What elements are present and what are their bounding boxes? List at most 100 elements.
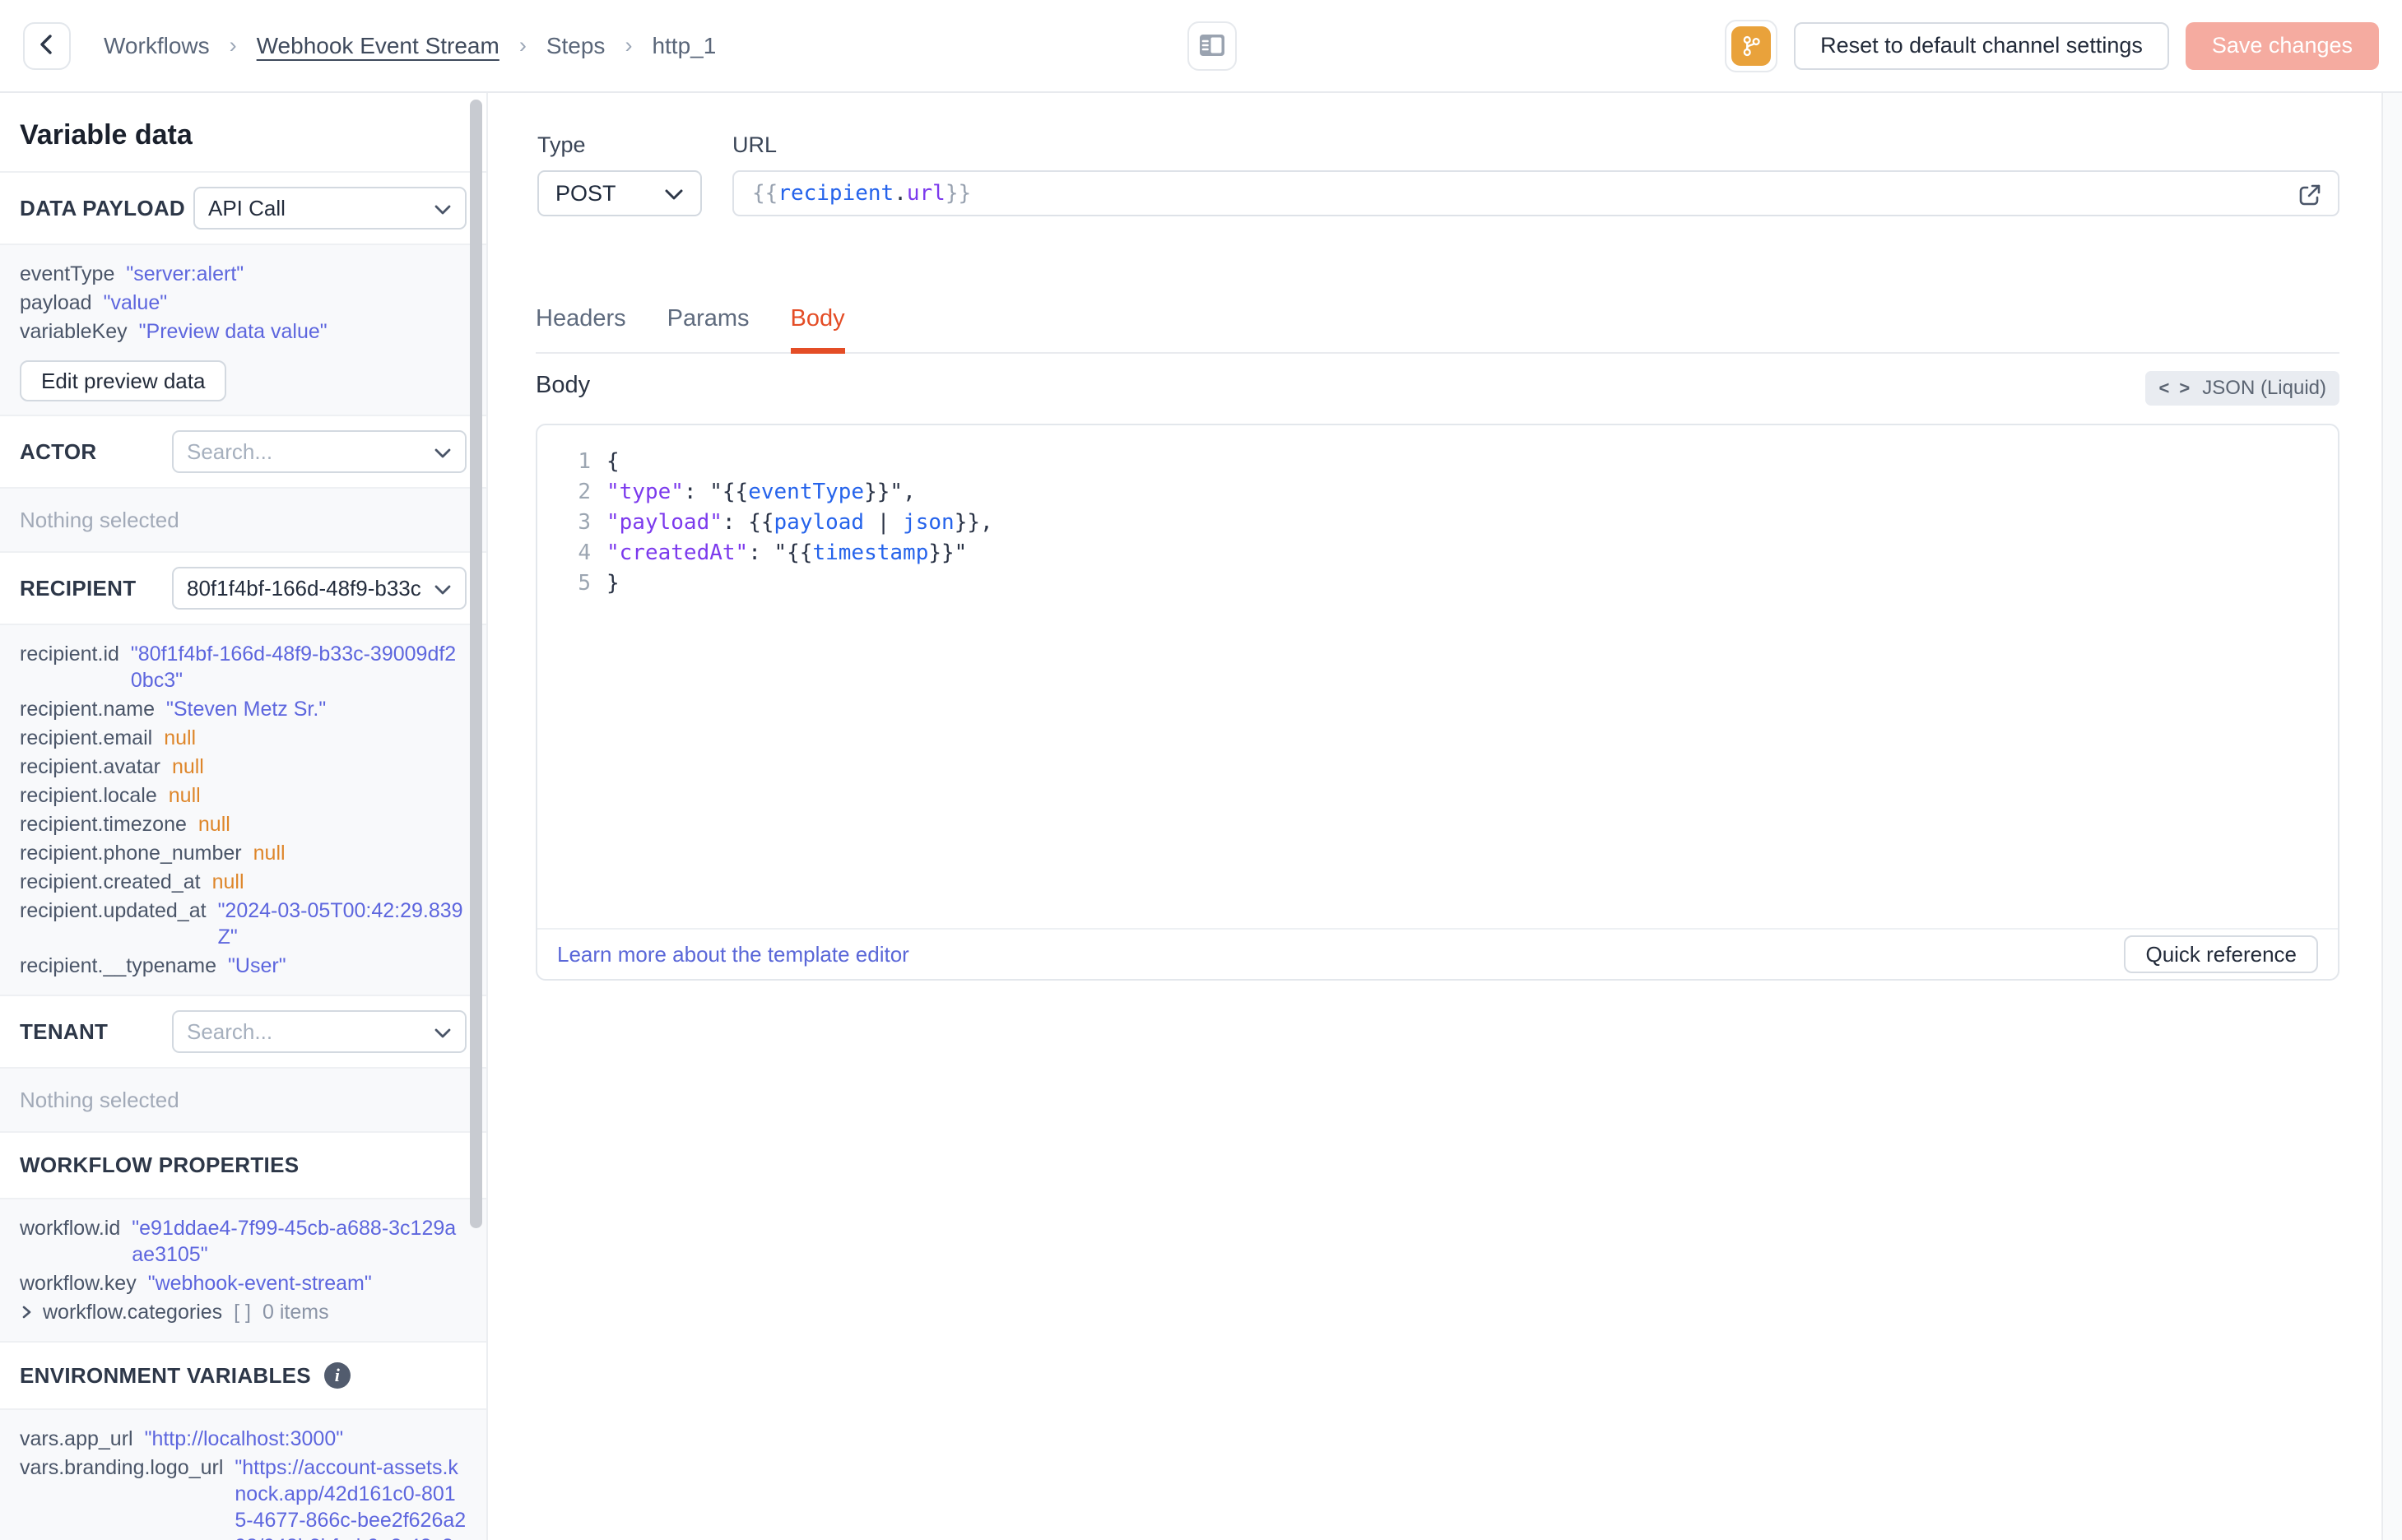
code-token: : <box>722 510 749 535</box>
code-token: " <box>890 480 904 504</box>
workflow-properties-title: WORKFLOW PROPERTIES <box>20 1153 300 1177</box>
breadcrumb-separator: › <box>229 33 237 58</box>
variable-data-sidebar: Variable data DATA PAYLOAD API Call even… <box>0 93 488 1540</box>
code-line[interactable]: 4 "createdAt": "{{timestamp}}" <box>537 538 2338 568</box>
code-token: }} <box>928 540 955 565</box>
topbar-actions: Reset to default channel settings Save c… <box>1725 19 2379 72</box>
kv-value: "webhook-event-stream" <box>147 1272 372 1295</box>
save-changes-button[interactable]: Save changes <box>2185 21 2379 70</box>
edit-preview-data-button[interactable]: Edit preview data <box>20 360 227 401</box>
kv-value: null <box>197 813 230 836</box>
body-section-label: Body <box>536 372 591 398</box>
code-token: }} <box>945 181 972 206</box>
data-payload-row: DATA PAYLOAD API Call <box>0 173 486 244</box>
line-number: 3 <box>578 510 591 535</box>
actor-empty-state: Nothing selected <box>20 508 179 532</box>
breadcrumb-separator: › <box>518 33 527 58</box>
actor-search-select[interactable]: Search... <box>172 430 467 473</box>
code-line[interactable]: 2 "type": "{{eventType}}", <box>537 477 2338 508</box>
kv-key: workflow.id <box>20 1217 121 1240</box>
workflow-properties-panel: workflow.id "e91ddae4-7f99-45cb-a688-3c12… <box>0 1199 486 1341</box>
kv-value: null <box>164 726 197 749</box>
code-token: }} <box>864 480 890 504</box>
toggle-sidebar-button[interactable] <box>1187 21 1237 71</box>
kv-key: workflow.key <box>20 1272 137 1295</box>
kv-row: vars.branding.logo_url "https://account-a… <box>20 1454 467 1540</box>
back-button[interactable] <box>23 21 71 70</box>
body-section-header: Body < > JSON (Liquid) <box>536 371 2339 406</box>
kv-key: recipient.updated_at <box>20 899 207 922</box>
recipient-properties-panel: recipient.id "80f1f4bf-166d-48f9-b33c-390… <box>0 625 486 995</box>
line-number: 2 <box>578 480 591 504</box>
kv-value: "value" <box>103 291 168 314</box>
kv-value: "e91ddae4-7f99-45cb-a688-3c129aae3105" <box>132 1217 457 1266</box>
breadcrumb-workflows[interactable]: Workflows <box>104 33 210 59</box>
kv-value: "80f1f4bf-166d-48f9-b33c-39009df20bc3" <box>130 642 457 692</box>
editor-mode-label: JSON (Liquid) <box>2202 377 2326 399</box>
actor-empty-panel: Nothing selected <box>0 489 486 551</box>
code-token: : <box>748 540 774 565</box>
kv-value: "https://account-assets.knock.app/42d161… <box>235 1456 467 1540</box>
page-scrollbar[interactable] <box>2381 93 2402 1540</box>
code-token: , <box>903 480 916 504</box>
reset-channel-settings-button[interactable]: Reset to default channel settings <box>1794 21 2169 70</box>
code-line-content: "type": "{{eventType}}", <box>606 477 916 508</box>
tab-headers[interactable]: Headers <box>536 305 626 354</box>
template-editor-docs-link[interactable]: Learn more about the template editor <box>557 942 909 967</box>
kv-row: recipient.updated_at "2024-03-05T00:42:29… <box>20 898 467 950</box>
url-value: {{recipient.url}} <box>752 181 971 206</box>
tab-body[interactable]: Body <box>790 305 845 354</box>
breadcrumb-steps[interactable]: Steps <box>546 33 606 59</box>
uncommitted-changes-button[interactable] <box>1725 19 1778 72</box>
step-editor-main: Type POST URL {{recipient.url}} Headers … <box>490 93 2381 1540</box>
sidebar-panel-icon <box>1197 32 1227 61</box>
code-line[interactable]: 3 "payload": {{payload | json}}, <box>537 508 2338 538</box>
kv-key: eventType <box>20 262 115 285</box>
kv-row: workflow.id "e91ddae4-7f99-45cb-a688-3c12… <box>20 1215 467 1268</box>
environment-variables-title: ENVIRONMENT VARIABLES <box>20 1362 311 1388</box>
breadcrumb: Workflows › Webhook Event Stream › Steps… <box>104 33 716 59</box>
kv-key: recipient.__typename <box>20 954 217 977</box>
template-code-editor: 1{ 2 "type": "{{eventType}}", 3 "payload": {… <box>536 424 2339 981</box>
kv-value: "Preview data value" <box>138 320 328 343</box>
breadcrumb-workflow-name[interactable]: Webhook Event Stream <box>257 33 499 59</box>
code-token: json <box>903 510 955 535</box>
kv-key: vars.app_url <box>20 1427 133 1450</box>
tab-params[interactable]: Params <box>667 305 750 354</box>
breadcrumb-separator: › <box>625 33 633 58</box>
url-input[interactable]: {{recipient.url}} <box>732 170 2339 216</box>
chevron-right-icon[interactable] <box>20 1304 33 1320</box>
code-token: } <box>606 571 620 596</box>
quick-reference-button[interactable]: Quick reference <box>2124 935 2318 973</box>
recipient-select[interactable]: 80f1f4bf-166d-48f9-b33c <box>172 567 467 610</box>
actor-search-placeholder: Search... <box>187 438 273 464</box>
tenant-search-select[interactable]: Search... <box>172 1010 467 1053</box>
url-field: URL {{recipient.url}} <box>732 132 2339 216</box>
external-link-icon[interactable] <box>2295 180 2325 216</box>
kv-row: recipient.email null <box>20 725 467 751</box>
code-line[interactable]: 5} <box>537 568 2338 599</box>
chevron-down-icon <box>434 1019 452 1045</box>
kv-key: recipient.created_at <box>20 870 201 893</box>
info-icon[interactable]: i <box>323 1362 351 1389</box>
code-area[interactable]: 1{ 2 "type": "{{eventType}}", 3 "payload": {… <box>537 425 2338 928</box>
chevron-down-icon <box>434 439 452 465</box>
environment-variables-heading: ENVIRONMENT VARIABLES i <box>0 1343 486 1408</box>
recipient-selected-value: 80f1f4bf-166d-48f9-b33c <box>187 575 421 601</box>
kv-value: null <box>168 784 201 807</box>
method-select[interactable]: POST <box>537 170 702 216</box>
data-payload-label: DATA PAYLOAD <box>20 195 186 220</box>
data-payload-select[interactable]: API Call <box>193 187 467 230</box>
recipient-label: RECIPIENT <box>20 575 137 601</box>
workflow-categories-row[interactable]: workflow.categories [ ] 0 items <box>20 1299 467 1325</box>
kv-row: recipient.timezone null <box>20 811 467 837</box>
code-token: recipient <box>778 181 894 206</box>
sidebar-scrollbar[interactable] <box>470 100 482 1228</box>
code-token: , <box>980 510 993 535</box>
kv-row: recipient.created_at null <box>20 869 467 895</box>
kv-key: recipient.email <box>20 726 153 749</box>
code-line[interactable]: 1{ <box>537 447 2338 477</box>
request-tabs: Headers Params Body <box>536 305 2339 354</box>
line-number: 4 <box>578 540 591 565</box>
environment-variables-panel: vars.app_url "http://localhost:3000" vars.… <box>0 1410 486 1540</box>
